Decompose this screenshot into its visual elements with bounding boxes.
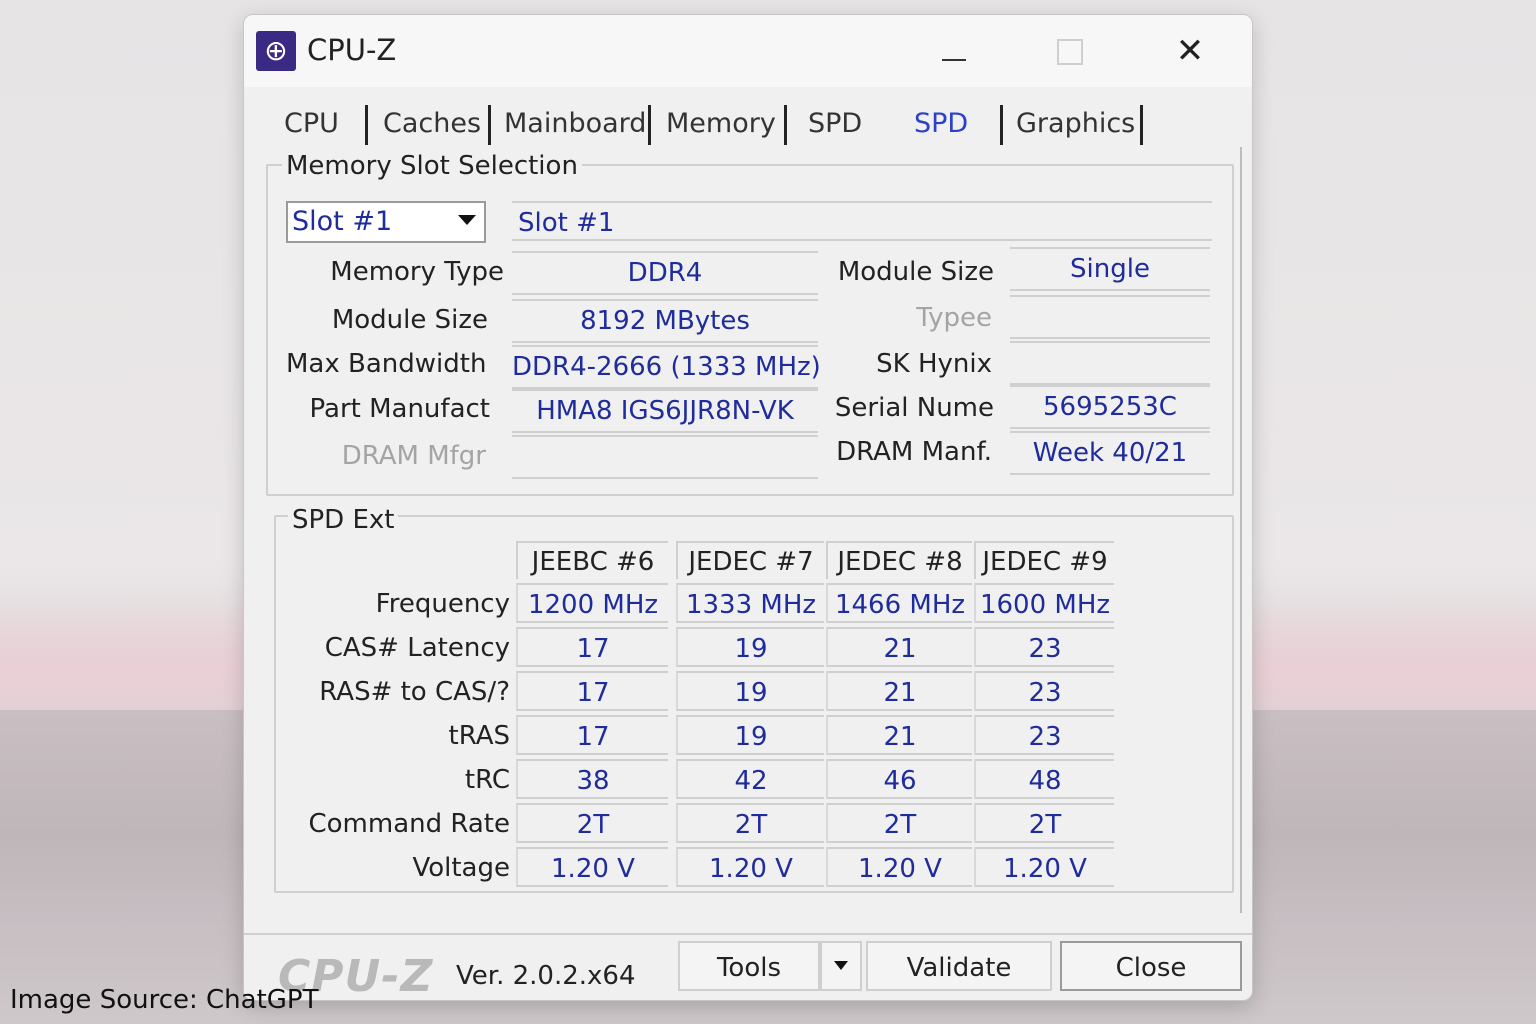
- cpu-z-app-icon[interactable]: ⊕: [256, 31, 296, 71]
- spd-cell: 2T: [516, 803, 668, 843]
- spd-row-label: CAS# Latency: [324, 633, 510, 663]
- spd-column-header: JEDEC #7: [676, 541, 824, 579]
- spd-column-header: JEEBC #6: [516, 541, 668, 579]
- version-text: Ver. 2.0.2.x64: [456, 961, 636, 991]
- sk-hynix-label: SK Hynix: [876, 349, 992, 379]
- title-bar[interactable]: ⊕ CPU-Z ✕: [244, 15, 1252, 87]
- maximize-button[interactable]: [1039, 25, 1099, 77]
- spd-cell: 23: [974, 627, 1114, 667]
- module-size-right-label: Module Size: [837, 257, 994, 287]
- memory-type-value: DDR4: [512, 251, 818, 295]
- footer-bar: CPU-Z Ver. 2.0.2.x64 Tools Validate Clos…: [244, 933, 1252, 1000]
- minimize-button[interactable]: [924, 25, 984, 77]
- serial-num-value: 5695253C: [1010, 385, 1210, 429]
- tab-separator: [488, 105, 491, 145]
- serial-num-label: Serial Nume: [834, 393, 994, 423]
- slot-select-dropdown[interactable]: Slot #1: [286, 201, 486, 243]
- spd-row-label: Command Rate: [308, 809, 510, 839]
- spd-cell: 21: [826, 715, 972, 755]
- spd-cell: 48: [974, 759, 1114, 799]
- tools-dropdown-button[interactable]: [820, 941, 862, 991]
- tab-cpu[interactable]: CPU: [276, 99, 347, 149]
- max-bandwidth-value: DDR4-2666 (1333 MHz): [512, 345, 821, 389]
- spd-cell: 1200 MHz: [516, 583, 668, 623]
- tab-spd-active[interactable]: SPD: [906, 99, 976, 149]
- tab-graphics[interactable]: Graphics: [1008, 99, 1143, 149]
- spd-row-label: tRAS: [448, 721, 511, 751]
- spd-cell: 46: [826, 759, 972, 799]
- spd-cell: 2T: [826, 803, 972, 843]
- spd-cell: 42: [676, 759, 824, 799]
- spd-cell: 1.20 V: [516, 847, 668, 887]
- chevron-down-icon: [834, 961, 848, 970]
- slot-name-field: Slot #1: [512, 201, 1212, 241]
- spd-cell: 23: [974, 715, 1114, 755]
- spd-panel: Memory Slot Selection Slot #1 Slot #1 Me…: [256, 147, 1242, 913]
- max-bandwidth-label: Max Bandwidth: [286, 349, 487, 379]
- part-manufact-label: Part Manufact: [309, 394, 491, 424]
- tab-mainboard[interactable]: Mainboard: [496, 99, 654, 149]
- spd-cell: 17: [516, 627, 668, 667]
- sk-hynix-value: [1010, 341, 1210, 385]
- spd-row-label: Frequency: [375, 589, 510, 619]
- dram-manf-value: Week 40/21: [1010, 431, 1210, 475]
- spd-column-header: JEDEC #9: [974, 541, 1114, 579]
- spd-cell: 1.20 V: [676, 847, 824, 887]
- spd-cell: 1.20 V: [974, 847, 1114, 887]
- spd-row-label: tRC: [464, 765, 510, 795]
- dram-mfg-label: DRAM Mfgr: [341, 441, 486, 471]
- spd-cell: 23: [974, 671, 1114, 711]
- window-close-button[interactable]: ✕: [1160, 25, 1220, 77]
- spd-cell: 1.20 V: [826, 847, 972, 887]
- tab-memory[interactable]: Memory: [658, 99, 784, 149]
- spd-cell: 1466 MHz: [826, 583, 972, 623]
- spd-cell: 21: [826, 627, 972, 667]
- memory-slot-selection-title: Memory Slot Selection: [282, 151, 582, 181]
- spd-row-label: Voltage: [412, 853, 510, 883]
- tab-separator: [365, 105, 368, 145]
- dram-manf-label: DRAM Manf.: [836, 437, 992, 467]
- spd-cell: 17: [516, 715, 668, 755]
- spd-cell: 2T: [676, 803, 824, 843]
- cpu-z-window: ⊕ CPU-Z ✕ CPU Caches Mainboard Memory SP…: [243, 14, 1253, 1001]
- tab-separator: [1000, 105, 1003, 145]
- spd-cell: 21: [826, 671, 972, 711]
- tab-caches[interactable]: Caches: [375, 99, 489, 149]
- validate-button[interactable]: Validate: [866, 941, 1052, 991]
- memory-type-label: Memory Type: [330, 257, 504, 287]
- spd-cell: 1600 MHz: [974, 583, 1114, 623]
- spd-cell: 19: [676, 627, 824, 667]
- spd-column-header: JEDEC #8: [826, 541, 972, 579]
- spd-cell: 1333 MHz: [676, 583, 824, 623]
- type-label: Typee: [916, 303, 992, 333]
- tab-spd[interactable]: SPD: [800, 99, 870, 149]
- spd-cell: 2T: [974, 803, 1114, 843]
- spd-row-label: RAS# to CAS/?: [319, 677, 510, 707]
- tools-button[interactable]: Tools: [678, 941, 820, 991]
- tab-separator: [784, 105, 787, 145]
- module-size-label: Module Size: [331, 305, 488, 335]
- chevron-down-icon: [458, 215, 476, 225]
- window-title: CPU-Z: [307, 33, 397, 67]
- tab-separator: [1140, 105, 1143, 145]
- spd-cell: 17: [516, 671, 668, 711]
- dram-mfg-value: [512, 435, 818, 479]
- tab-separator: [648, 105, 651, 145]
- spd-cell: 38: [516, 759, 668, 799]
- spd-ext-title: SPD Ext: [288, 505, 399, 535]
- slot-select-value: Slot #1: [292, 206, 393, 237]
- spd-cell: 19: [676, 715, 824, 755]
- close-button[interactable]: Close: [1060, 941, 1242, 991]
- type-value: [1010, 295, 1210, 339]
- module-size-value: 8192 MBytes: [512, 299, 818, 343]
- part-manufact-value: HMA8 IGS6JJR8N-VK: [512, 389, 818, 433]
- module-size-right-value: Single: [1010, 247, 1210, 291]
- spd-cell: 19: [676, 671, 824, 711]
- image-source-caption: Image Source: ChatGPT: [10, 985, 319, 1015]
- tab-strip: CPU Caches Mainboard Memory SPD SPD Grap…: [268, 99, 1228, 149]
